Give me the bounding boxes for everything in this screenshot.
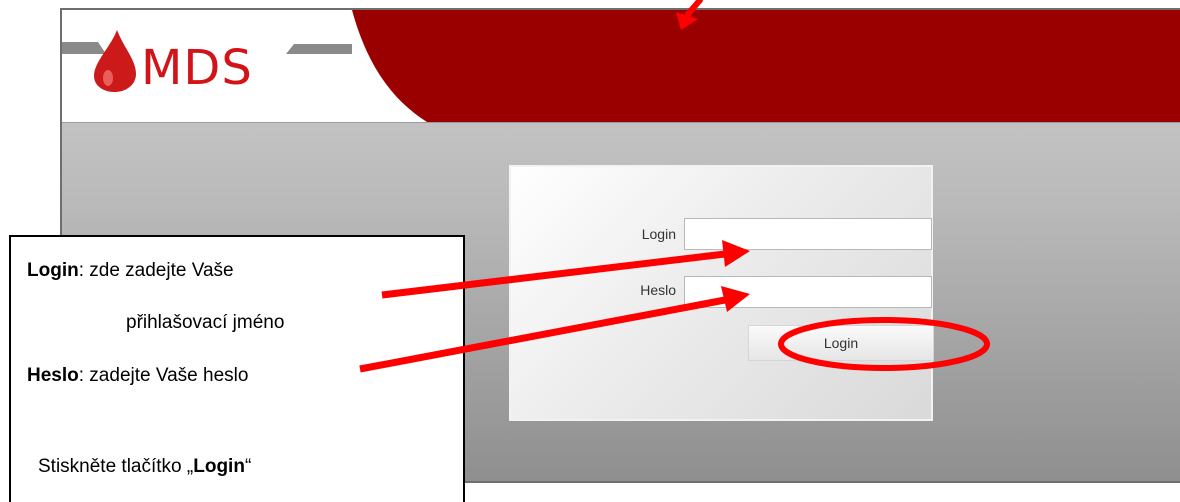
heslo-label: Heslo xyxy=(640,282,676,298)
annotation-login-text: : zde zadejte Vaše xyxy=(78,260,234,281)
annotation-button-note: Stiskněte tlačítko „Login“ xyxy=(38,455,251,479)
annotation-heslo-keyword: Heslo xyxy=(27,365,79,386)
annotation-heslo-note: Heslo: zadejte Vaše heslo xyxy=(27,364,248,388)
annotation-login-keyword: Login xyxy=(27,260,79,281)
annotation-box: Login: zde zadejte Vaše přihlašovací jmé… xyxy=(9,235,465,502)
login-input[interactable] xyxy=(684,218,932,250)
login-button[interactable]: Login xyxy=(748,325,934,361)
annotation-login-note-cont: přihlašovací jméno xyxy=(126,312,285,333)
annotation-login-note: Login: zde zadejte Vaše xyxy=(27,259,234,283)
annotation-button-text: Stiskněte tlačítko „ xyxy=(38,456,194,477)
annotation-button-quote: “ xyxy=(244,456,252,477)
login-label: Login xyxy=(641,226,676,242)
annotation-heslo-text: : zadejte Vaše heslo xyxy=(78,365,249,386)
annotation-button-keyword: Login xyxy=(193,456,245,477)
header-banner: MDS xyxy=(62,10,1180,123)
mds-logo: MDS xyxy=(62,24,352,96)
heslo-input[interactable] xyxy=(684,276,932,308)
logo-text: MDS xyxy=(141,40,253,96)
